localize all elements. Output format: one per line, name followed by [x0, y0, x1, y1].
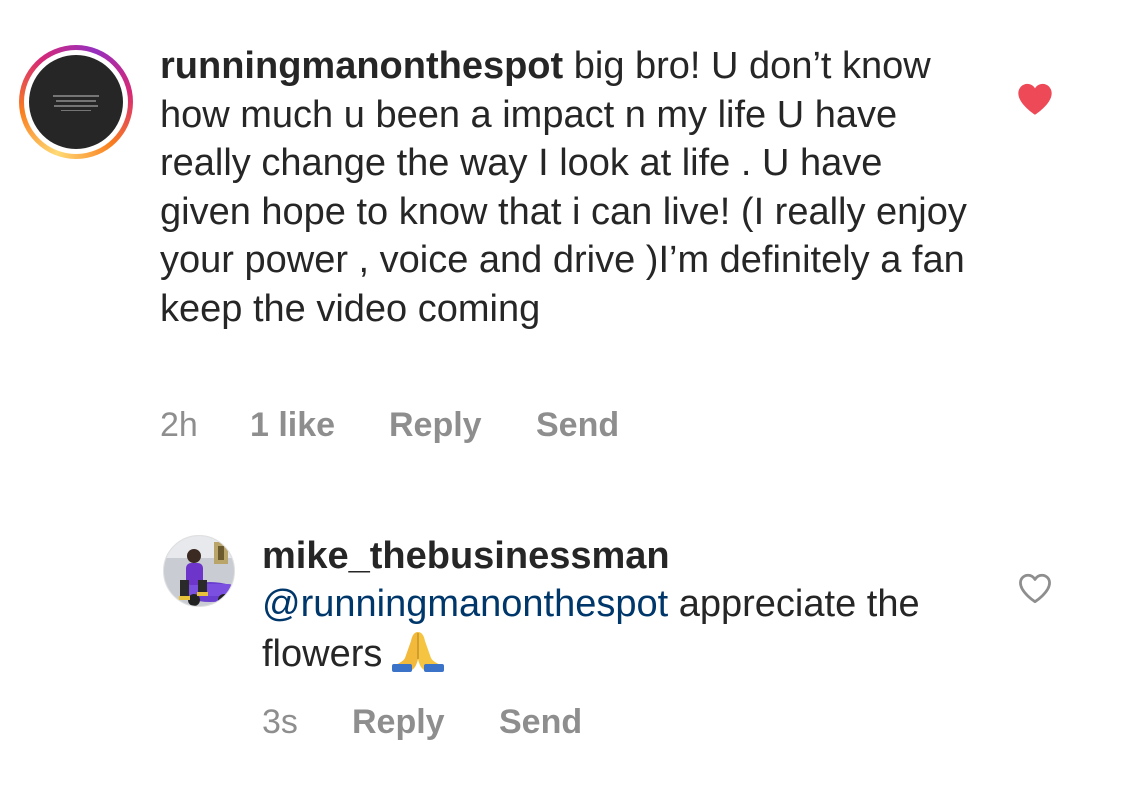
avatar[interactable]: [29, 55, 123, 149]
reply-timestamp: 3s: [262, 703, 298, 741]
reply-text: mike_thebusinessman @runningmanonthespot …: [262, 532, 982, 678]
mention-link[interactable]: @runningmanonthespot: [262, 583, 668, 625]
avatar[interactable]: [163, 535, 235, 607]
brand-logo-avatar-icon: [53, 95, 99, 114]
like-count-button[interactable]: 1 like: [250, 406, 335, 445]
folded-hands-emoji-icon: [392, 632, 445, 672]
reply-button[interactable]: Reply: [389, 406, 482, 445]
heart-outline-icon[interactable]: [1017, 572, 1053, 604]
comment: runningmanonthespot big bro! U don’t kno…: [0, 0, 1125, 480]
comment-text: runningmanonthespot big bro! U don’t kno…: [160, 42, 980, 333]
story-ring-avatar[interactable]: [19, 45, 133, 159]
comment-timestamp: 2h: [160, 406, 198, 444]
send-button[interactable]: Send: [499, 703, 582, 742]
reply-username[interactable]: mike_thebusinessman: [262, 535, 670, 577]
heart-filled-icon[interactable]: [1016, 82, 1054, 116]
profile-photo-icon: [164, 536, 234, 606]
comment-body: big bro! U don’t know how much u been a …: [160, 45, 967, 330]
send-button[interactable]: Send: [536, 406, 619, 445]
comment-username[interactable]: runningmanonthespot: [160, 45, 563, 87]
reply-button[interactable]: Reply: [352, 703, 445, 742]
